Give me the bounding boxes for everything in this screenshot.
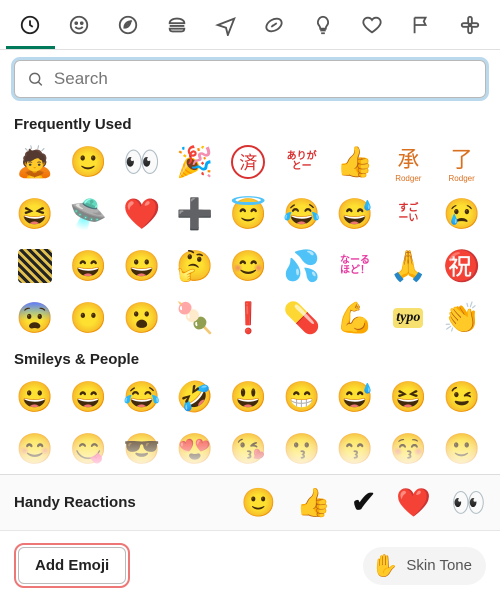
section-title-smileys: Smileys & People: [14, 351, 486, 368]
footer: Add Emoji ✋ Skin Tone: [0, 530, 500, 600]
section-title-frequent: Frequently Used: [14, 116, 486, 133]
add-emoji-highlight: Add Emoji: [14, 543, 130, 588]
emoji-laugh[interactable]: 😆: [387, 376, 429, 418]
emoji-exclamation[interactable]: ❗: [227, 297, 269, 339]
emoji-tada[interactable]: 🎉: [174, 141, 216, 183]
flag-icon: [410, 14, 432, 36]
emoji-neutral[interactable]: 😶: [67, 297, 109, 339]
emoji-sweat-smile[interactable]: 😅: [334, 376, 376, 418]
handy-title: Handy Reactions: [14, 494, 136, 511]
tab-flags[interactable]: [396, 8, 445, 49]
skin-tone-label: Skin Tone: [406, 557, 472, 574]
emoji-check[interactable]: ✔: [351, 485, 376, 520]
burger-icon: [166, 14, 188, 36]
add-emoji-button[interactable]: Add Emoji: [18, 547, 126, 584]
emoji-thinking[interactable]: 🤔: [174, 245, 216, 287]
emoji-shou-rodger[interactable]: 承Rodger: [387, 141, 429, 183]
tab-nature[interactable]: [104, 8, 153, 49]
emoji-sugoi[interactable]: すご ーい: [387, 193, 429, 235]
emoji-arigatou[interactable]: ありが とー: [281, 141, 323, 183]
hand-icon: ✋: [371, 553, 398, 579]
emoji-joy[interactable]: 😂: [281, 193, 323, 235]
emoji-thumbs-up[interactable]: 👍: [334, 141, 376, 183]
skin-tone-picker[interactable]: ✋ Skin Tone: [363, 547, 486, 585]
emoji-eyes[interactable]: 👀: [451, 486, 486, 519]
emoji-kissing-heart[interactable]: 😘: [227, 428, 269, 470]
emoji-plus[interactable]: ➕: [174, 193, 216, 235]
tab-objects[interactable]: [299, 8, 348, 49]
emoji-pattern[interactable]: [14, 245, 56, 287]
tab-recent[interactable]: [6, 8, 55, 49]
emoji-grin[interactable]: 😀: [121, 245, 163, 287]
smiley-icon: [68, 14, 90, 36]
tab-activities[interactable]: [250, 8, 299, 49]
emoji-kissing-closed[interactable]: 😚: [387, 428, 429, 470]
search-row: [0, 50, 500, 104]
grid-smileys-2: 😊 😋 😎 😍 😘 😗 😙 😚 🙂: [14, 428, 486, 470]
tab-travel[interactable]: [201, 8, 250, 49]
emoji-smile[interactable]: 😄: [67, 376, 109, 418]
grid-frequent: 🙇 🙂 👀 🎉 済ありが とー 👍 承Rodger 了Rodger 😆 🛸 ❤️ ➕ 😇 😂 😅 すご ーい 😢…: [14, 141, 486, 339]
emoji-red-heart[interactable]: ❤️: [121, 193, 163, 235]
emoji-grin-squint[interactable]: 😆: [14, 193, 56, 235]
emoji-heart-eyes[interactable]: 😍: [174, 428, 216, 470]
emoji-slightly-smiling[interactable]: 🙂: [67, 141, 109, 183]
football-icon: [263, 14, 285, 36]
handy-reactions: Handy Reactions 🙂 👍 ✔ ❤️ 👀: [0, 474, 500, 530]
emoji-slightly-smiling[interactable]: 🙂: [241, 486, 276, 519]
emoji-kissing[interactable]: 😗: [281, 428, 323, 470]
emoji-flex[interactable]: 💪: [334, 297, 376, 339]
emoji-naruhodo[interactable]: なーる ほど！: [334, 245, 376, 287]
grid-smileys: 😀 😄 😂 🤣 😃 😁 😅 😆 😉: [14, 376, 486, 418]
emoji-hanko-sumi[interactable]: 済: [227, 141, 269, 183]
emoji-slightly-smiling[interactable]: 🙂: [441, 428, 483, 470]
emoji-big-grin[interactable]: 😁: [281, 376, 323, 418]
emoji-wink[interactable]: 😉: [441, 376, 483, 418]
emoji-ufo[interactable]: 🛸: [67, 193, 109, 235]
emoji-eyes[interactable]: 👀: [121, 141, 163, 183]
bulb-icon: [312, 14, 334, 36]
emoji-yum[interactable]: 😋: [67, 428, 109, 470]
handy-items: 🙂 👍 ✔ ❤️ 👀: [241, 485, 486, 520]
emoji-sunglasses[interactable]: 😎: [121, 428, 163, 470]
emoji-thumbs-up[interactable]: 👍: [296, 486, 331, 519]
emoji-bow[interactable]: 🙇: [14, 141, 56, 183]
emoji-kissing-smiling[interactable]: 😙: [334, 428, 376, 470]
search-box[interactable]: [14, 60, 486, 98]
emoji-red-heart[interactable]: ❤️: [396, 486, 431, 519]
tab-custom[interactable]: [445, 8, 494, 49]
emoji-typo[interactable]: typo: [387, 297, 429, 339]
emoji-dango[interactable]: 🍡: [174, 297, 216, 339]
emoji-smile[interactable]: 😄: [67, 245, 109, 287]
heart-icon: [361, 14, 383, 36]
emoji-grinning[interactable]: 😀: [14, 376, 56, 418]
emoji-open-mouth[interactable]: 😮: [121, 297, 163, 339]
tab-food[interactable]: [152, 8, 201, 49]
plane-icon: [215, 14, 237, 36]
tab-symbols[interactable]: [348, 8, 397, 49]
emoji-joy[interactable]: 😂: [121, 376, 163, 418]
emoji-rofl[interactable]: 🤣: [174, 376, 216, 418]
emoji-pray[interactable]: 🙏: [387, 245, 429, 287]
emoji-clap[interactable]: 👏: [441, 297, 483, 339]
clock-icon: [19, 14, 41, 36]
emoji-blush[interactable]: 😊: [227, 245, 269, 287]
emoji-sweat-drops[interactable]: 💦: [281, 245, 323, 287]
leaf-icon: [117, 14, 139, 36]
emoji-ryou-rodger[interactable]: 了Rodger: [441, 141, 483, 183]
category-tabs: [0, 0, 500, 50]
emoji-pill[interactable]: 💊: [281, 297, 323, 339]
emoji-blush[interactable]: 😊: [14, 428, 56, 470]
search-icon: [27, 70, 44, 88]
emoji-scream-cold[interactable]: 😨: [14, 297, 56, 339]
tab-smileys[interactable]: [55, 8, 104, 49]
search-input[interactable]: [54, 69, 473, 89]
emoji-sweat-smile[interactable]: 😅: [334, 193, 376, 235]
emoji-iwai[interactable]: ㊗️: [441, 245, 483, 287]
emoji-scroll[interactable]: Frequently Used 🙇 🙂 👀 🎉 済ありが とー 👍 承Rodger 了Rodg…: [0, 104, 500, 474]
emoji-innocent[interactable]: 😇: [227, 193, 269, 235]
emoji-grin[interactable]: 😃: [227, 376, 269, 418]
slack-icon: [459, 14, 481, 36]
emoji-cry[interactable]: 😢: [441, 193, 483, 235]
